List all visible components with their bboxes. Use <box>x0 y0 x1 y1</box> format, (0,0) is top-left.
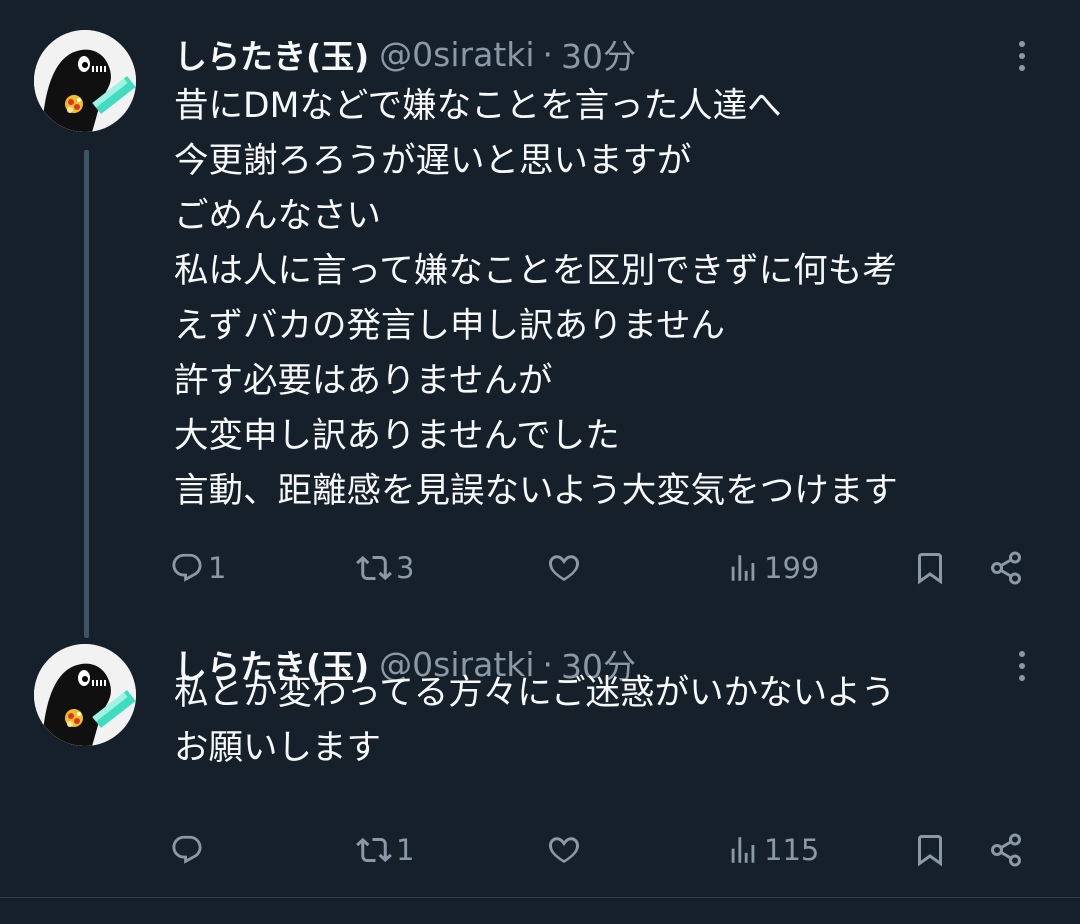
reply-count: 1 <box>208 551 227 585</box>
like-icon <box>549 555 579 582</box>
views-count: 199 <box>764 551 820 585</box>
bookmark-icon <box>918 835 942 867</box>
tweet-text-line: ごめんなさい <box>174 196 381 236</box>
retweet-count: 1 <box>396 833 415 867</box>
views-count: 115 <box>764 833 820 867</box>
action-bar: 1 3 199 <box>170 543 1040 593</box>
tweet-text: 昔にDMなどで嫌なことを言った人達へ 今更謝ろろうが遅いと思いますが ごめんなさ… <box>174 79 1044 519</box>
tweet[interactable]: しらたき(玉) @0siratki · 30分 私とか変わってる方々にご迷惑がい… <box>0 630 1080 924</box>
retweet-count: 3 <box>396 551 415 585</box>
like-icon <box>549 837 579 864</box>
views-icon <box>731 555 755 581</box>
share-button[interactable] <box>988 825 1024 875</box>
views-icon <box>731 837 755 863</box>
tweet-text-line: 許す必要はありませんが <box>174 361 553 401</box>
like-button[interactable] <box>546 825 586 875</box>
reply-button[interactable] <box>170 825 208 875</box>
share-icon <box>991 551 1021 585</box>
views-button[interactable]: 115 <box>726 825 819 875</box>
more-icon[interactable] <box>1010 36 1034 76</box>
retweet-button[interactable]: 3 <box>356 543 414 593</box>
share-icon <box>991 833 1021 867</box>
retweet-icon <box>356 555 392 581</box>
tweet-text-line: 今更謝ろろうが遅いと思いますが <box>174 141 692 181</box>
tweet-text-line: 昔にDMなどで嫌なことを言った人達へ <box>174 86 782 126</box>
avatar[interactable] <box>34 30 136 132</box>
action-bar: 1 115 <box>170 825 1040 875</box>
bookmark-button[interactable] <box>912 543 948 593</box>
like-button[interactable] <box>546 543 586 593</box>
tweet-text-line: お願いします <box>174 728 381 768</box>
share-button[interactable] <box>988 543 1024 593</box>
tweet-text-line: 大変申し訳ありませんでした <box>174 416 620 456</box>
tweet[interactable]: しらたき(玉) @0siratki · 30分 昔にDMなどで嫌なことを言った人… <box>0 0 1080 638</box>
tweet-text: 私とか変わってる方々にご迷惑がいかないよう お願いします <box>174 666 1044 776</box>
retweet-icon <box>356 837 392 863</box>
reply-icon <box>172 553 202 582</box>
avatar-image <box>34 30 136 132</box>
divider <box>0 897 1080 898</box>
bookmark-button[interactable] <box>912 825 948 875</box>
timestamp[interactable]: 30分 <box>561 30 636 78</box>
reply-button[interactable]: 1 <box>170 543 226 593</box>
retweet-button[interactable]: 1 <box>356 825 414 875</box>
bookmark-icon <box>918 553 942 585</box>
user-handle[interactable]: @0siratki <box>379 35 534 74</box>
reply-icon <box>172 835 202 864</box>
tweet-text-line: えずバカの発言し申し訳ありません <box>174 306 725 346</box>
tweet-text-line: 私は人に言って嫌なことを区別できずに何も考 <box>174 251 897 291</box>
tweet-text-line: 言動、距離感を見誤ないよう大変気をつけます <box>174 471 898 511</box>
separator-dot: · <box>542 34 554 74</box>
avatar-image <box>34 644 136 746</box>
thread-connector-line <box>84 150 89 638</box>
tweet-header: しらたき(玉) @0siratki · 30分 <box>174 30 636 78</box>
display-name[interactable]: しらたき(玉) <box>174 30 369 78</box>
views-button[interactable]: 199 <box>726 543 819 593</box>
tweet-text-line: 私とか変わってる方々にご迷惑がいかないよう <box>174 673 896 713</box>
avatar[interactable] <box>34 644 136 746</box>
